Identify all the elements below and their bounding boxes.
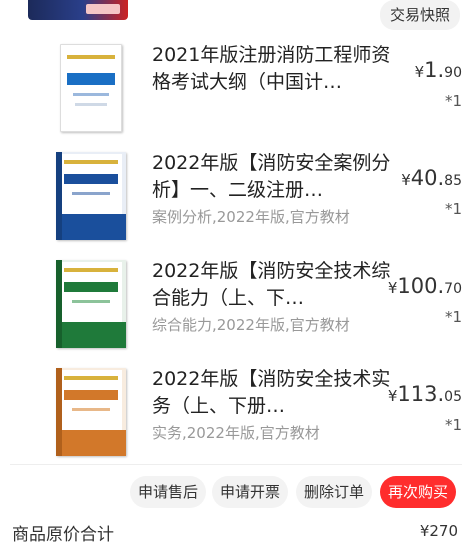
product-quantity: *1 bbox=[444, 416, 462, 434]
price-integer: 40. bbox=[410, 166, 445, 190]
product-price: ¥113.05 bbox=[384, 382, 462, 406]
order-header: 交易快照 bbox=[0, 0, 472, 34]
product-price: ¥40.85 bbox=[384, 166, 462, 190]
order-card: 交易快照 2021年版注册消防工程师资格考试大纲（中国计… ¥1.90 *1 2… bbox=[0, 0, 472, 560]
product-tags: 综合能力,2022年版,官方教材 bbox=[152, 316, 350, 334]
product-thumbnail[interactable] bbox=[54, 42, 128, 134]
product-price: ¥1.90 bbox=[384, 58, 462, 82]
shop-banner-image[interactable] bbox=[28, 0, 128, 20]
product-title[interactable]: 2021年版注册消防工程师资格考试大纲（中国计… bbox=[152, 42, 392, 96]
price-currency: ¥ bbox=[414, 63, 425, 81]
product-title[interactable]: 2022年版【消防安全技术综合能力（上、下… bbox=[152, 258, 392, 312]
book-cover-image bbox=[56, 368, 126, 456]
product-tags: 实务,2022年版,官方教材 bbox=[152, 424, 320, 442]
price-decimal: 90 bbox=[444, 65, 462, 81]
invoice-button[interactable]: 申请开票 bbox=[212, 476, 289, 508]
order-actions: 申请售后 申请开票 删除订单 再次购买 bbox=[0, 476, 472, 510]
order-item[interactable]: 2022年版【消防安全技术实务（上、下册… 实务,2022年版,官方教材 ¥11… bbox=[0, 366, 472, 472]
product-title[interactable]: 2022年版【消防安全案例分析】一、二级注册… bbox=[152, 150, 392, 204]
product-tags: 案例分析,2022年版,官方教材 bbox=[152, 208, 350, 226]
price-currency: ¥ bbox=[387, 387, 398, 405]
price-decimal: 70 bbox=[444, 281, 462, 297]
price-currency: ¥ bbox=[401, 171, 411, 189]
book-cover-image bbox=[56, 152, 126, 240]
product-price: ¥100.70 bbox=[384, 274, 462, 298]
order-item[interactable]: 2021年版注册消防工程师资格考试大纲（中国计… ¥1.90 *1 bbox=[0, 42, 472, 148]
product-thumbnail[interactable] bbox=[54, 258, 128, 350]
price-integer: 1. bbox=[424, 58, 445, 82]
price-currency: ¥ bbox=[387, 279, 398, 297]
product-thumbnail[interactable] bbox=[54, 150, 128, 242]
price-integer: 113. bbox=[397, 382, 445, 406]
buy-again-button[interactable]: 再次购买 bbox=[380, 476, 457, 508]
price-decimal: 05 bbox=[444, 389, 462, 405]
product-thumbnail[interactable] bbox=[54, 366, 128, 458]
price-integer: 100. bbox=[397, 274, 445, 298]
order-summary: 商品原价合计 ¥270 bbox=[0, 516, 472, 550]
book-cover-image bbox=[56, 260, 126, 348]
divider bbox=[10, 464, 462, 465]
price-decimal: 85 bbox=[444, 173, 462, 189]
transaction-snapshot-button[interactable]: 交易快照 bbox=[379, 0, 460, 30]
order-item[interactable]: 2022年版【消防安全技术综合能力（上、下… 综合能力,2022年版,官方教材 … bbox=[0, 258, 472, 364]
product-title[interactable]: 2022年版【消防安全技术实务（上、下册… bbox=[152, 366, 392, 420]
total-label: 商品原价合计 bbox=[12, 525, 114, 545]
book-cover-image bbox=[60, 44, 122, 132]
product-quantity: *1 bbox=[444, 308, 462, 326]
after-sale-button[interactable]: 申请售后 bbox=[130, 476, 207, 508]
product-quantity: *1 bbox=[444, 92, 462, 110]
product-quantity: *1 bbox=[444, 200, 462, 218]
order-item[interactable]: 2022年版【消防安全案例分析】一、二级注册… 案例分析,2022年版,官方教材… bbox=[0, 150, 472, 256]
delete-order-button[interactable]: 删除订单 bbox=[296, 476, 373, 508]
total-value: ¥270 bbox=[419, 522, 458, 540]
